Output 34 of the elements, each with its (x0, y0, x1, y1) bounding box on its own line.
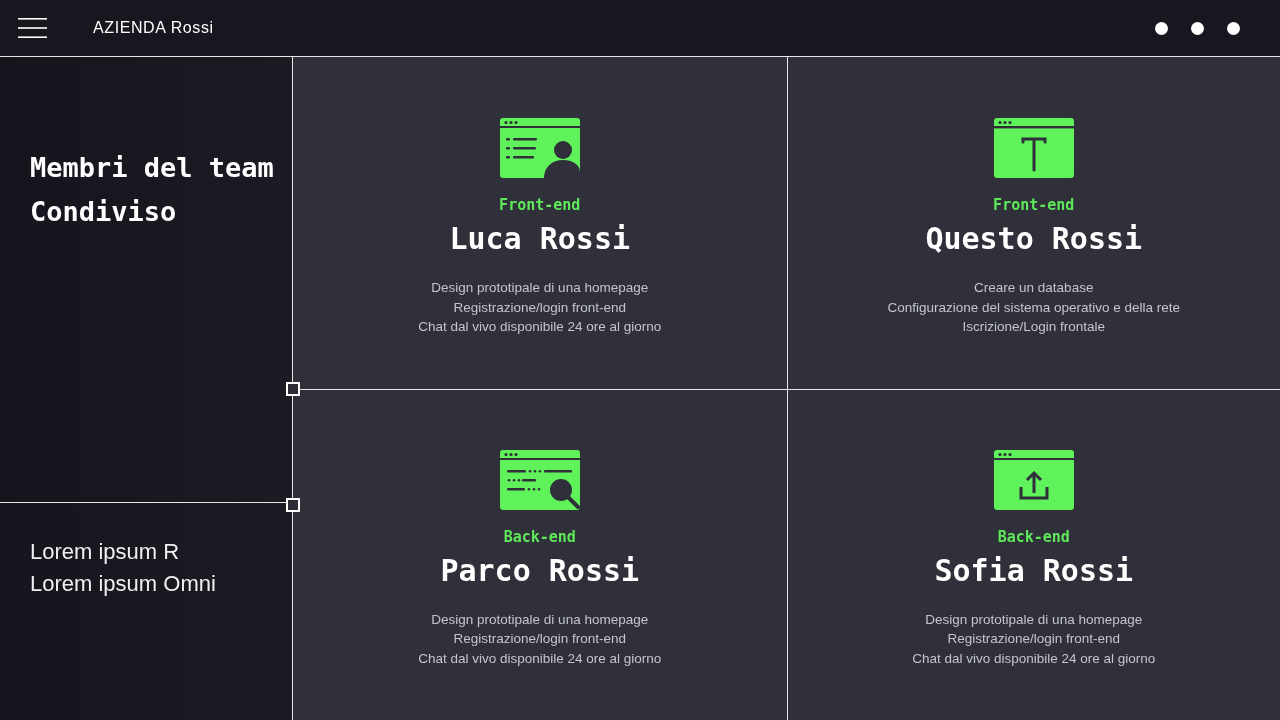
task-text: Chat dal vivo disponibile 24 ore al giorno (418, 318, 662, 336)
role-label: Front-end (499, 195, 581, 215)
task-text: Chat dal vivo disponibile 24 ore al giorno (418, 649, 662, 668)
role-label: Back-end (503, 526, 576, 547)
task-text: Chat dal vivo disponibile 24 ore al giorno (912, 649, 1156, 668)
menu-icon[interactable] (18, 18, 47, 38)
task-text: Design prototipale di una homepage (431, 610, 649, 629)
section-title: Membri del team Condiviso (30, 151, 275, 229)
task-text: Registrazione/login front-end (453, 298, 627, 317)
task-text: Design prototipale di una homepage (925, 610, 1143, 629)
member-name: Luca Rossi (449, 220, 631, 258)
browser-upload-icon (993, 449, 1074, 510)
role-label: Back-end (997, 526, 1070, 547)
sidebar-text: Lorem ipsum Omni (30, 570, 217, 598)
dot-icon[interactable] (1191, 21, 1204, 35)
member-name: Sofia Rossi (934, 551, 1134, 590)
company-name: AZIENDA Rossi (93, 19, 214, 37)
browser-text-icon (993, 118, 1074, 178)
handle-icon[interactable] (286, 498, 300, 512)
handle-icon[interactable] (286, 382, 300, 396)
dot-icon[interactable] (1227, 21, 1240, 35)
task-text: Creare un database (974, 279, 1094, 297)
task-text: Configurazione del sistema operativo e della rete (887, 298, 1181, 317)
task-text: Registrazione/login front-end (453, 630, 627, 648)
role-label: Front-end (993, 195, 1075, 215)
browser-person-icon (499, 118, 580, 178)
task-text: Registrazione/login front-end (947, 630, 1121, 648)
task-text: Iscrizione/Login frontale (962, 318, 1106, 336)
member-name: Questo Rossi (925, 220, 1143, 258)
member-name: Parco Rossi (440, 551, 640, 590)
sidebar-text: Lorem ipsum R (30, 538, 181, 566)
task-text: Design prototipale di una homepage (431, 279, 649, 297)
dot-icon[interactable] (1155, 21, 1168, 35)
browser-search-icon (499, 449, 580, 510)
